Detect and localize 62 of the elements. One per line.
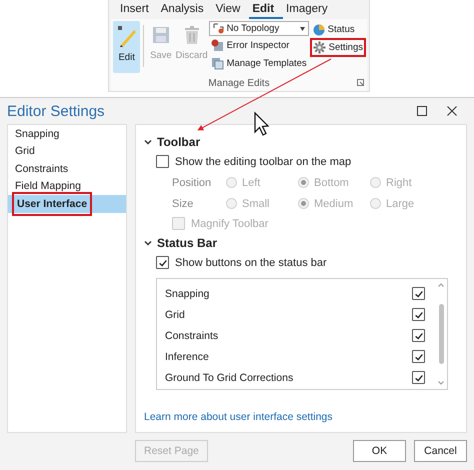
- status-icon: [312, 24, 325, 36]
- checkbox[interactable]: [156, 155, 169, 168]
- maximize-icon[interactable]: [417, 106, 427, 116]
- scrollbar-thumb[interactable]: [438, 304, 444, 364]
- group-label: Manage Edits: [208, 78, 270, 88]
- radio-label: Left: [242, 176, 260, 188]
- list-item: Constraints: [165, 330, 218, 342]
- ribbon-button[interactable]: Edit: [113, 21, 140, 73]
- close-icon[interactable]: [447, 106, 457, 116]
- nav-label: Field Mapping: [15, 180, 81, 192]
- ribbon-tab[interactable]: Analysis: [158, 0, 213, 18]
- ribbon-tab[interactable]: View: [212, 0, 250, 18]
- help-link[interactable]: Learn more about user interface settings: [144, 411, 458, 432]
- radio-label: Medium: [314, 198, 354, 210]
- ribbon-command[interactable]: Status: [310, 21, 365, 38]
- nav-item[interactable]: Field Mapping: [8, 178, 126, 195]
- chevron-icon[interactable]: [144, 138, 152, 146]
- checkbox[interactable]: [412, 329, 425, 342]
- checkbox[interactable]: [412, 371, 425, 384]
- highlight-box: User Interface: [15, 195, 90, 212]
- checkbox[interactable]: [412, 308, 425, 321]
- ribbon-tab[interactable]: Imagery: [283, 0, 337, 18]
- list-item: Ground To Grid Corrections: [165, 372, 294, 384]
- checkbox-label: Show the editing toolbar on the map: [175, 156, 352, 168]
- list-item: Snapping: [165, 288, 210, 300]
- pencil-icon: [116, 24, 138, 48]
- checkbox[interactable]: [156, 256, 169, 269]
- nav-item[interactable]: Constraints: [8, 160, 126, 178]
- nav-item[interactable]: Snapping: [8, 125, 126, 142]
- checkbox-label: Show buttons on the status bar: [175, 256, 327, 268]
- nav-label: Grid: [15, 145, 35, 158]
- gear-icon: [312, 41, 326, 54]
- checkbox[interactable]: [412, 350, 425, 363]
- radio-label: Small: [242, 198, 270, 210]
- nav-item[interactable]: Grid: [8, 142, 126, 160]
- ribbon-tab[interactable]: Insert: [117, 0, 158, 18]
- launcher-icon[interactable]: [357, 79, 364, 86]
- scroll-up-icon[interactable]: [438, 283, 444, 287]
- chevron-icon[interactable]: [144, 238, 152, 246]
- dialog-button[interactable]: Cancel: [414, 440, 467, 462]
- templates-icon: [210, 57, 224, 70]
- option-label: Size: [171, 198, 194, 210]
- section-header: Toolbar: [157, 134, 200, 148]
- ribbon-command[interactable]: Error Inspector: [208, 37, 309, 54]
- radio-label: Large: [386, 198, 414, 210]
- section-header: Status Bar: [157, 236, 218, 250]
- list-item: Inference: [165, 350, 209, 362]
- topology-dropdown[interactable]: No Topology: [208, 21, 309, 36]
- nav-label: Snapping: [15, 128, 60, 140]
- nav-label: Constraints: [15, 162, 68, 175]
- radio-label: Right: [386, 176, 412, 188]
- list-item: Grid: [165, 308, 185, 320]
- dialog-title: Editor Settings: [7, 102, 106, 120]
- scroll-down-icon[interactable]: [438, 381, 444, 385]
- dialog-button[interactable]: OK: [353, 440, 406, 462]
- checkbox[interactable]: [412, 287, 425, 300]
- checkbox-label: Magnify Toolbar: [191, 218, 268, 230]
- caret-icon: [300, 26, 305, 30]
- option-label: Position: [171, 176, 212, 188]
- ribbon-command[interactable]: Settings: [310, 39, 365, 56]
- ribbon-command[interactable]: Manage Templates: [208, 55, 309, 72]
- radio-label: Bottom: [314, 176, 349, 188]
